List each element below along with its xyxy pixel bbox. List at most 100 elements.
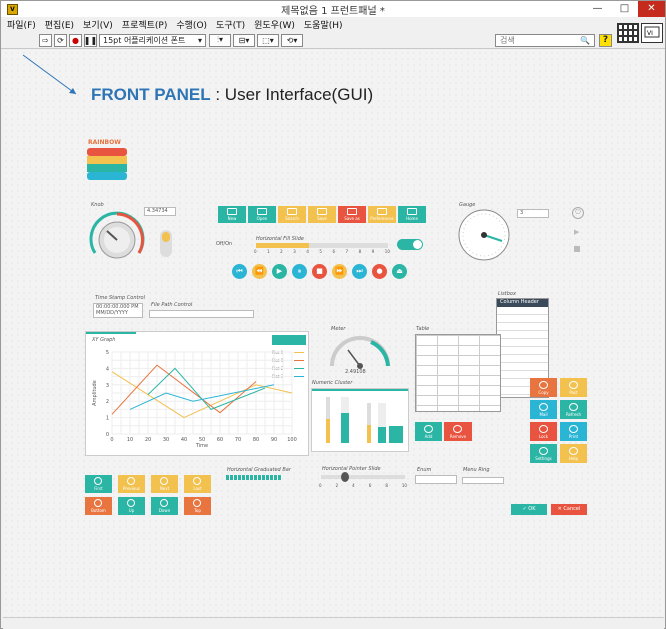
- connector-pane-icon[interactable]: [617, 23, 639, 43]
- knob-value-field[interactable]: 4.34734: [144, 207, 176, 216]
- toolbar-button-2[interactable]: Search: [278, 206, 306, 223]
- gauge-value-field[interactable]: 3: [517, 209, 549, 218]
- app-window: V 제목없음 1 프런트패널 * — □ ✕ 파일(F) 편집(E) 보기(V) 프로…: [0, 0, 666, 629]
- filepath-control[interactable]: [149, 310, 254, 318]
- toolbar-button-4[interactable]: Save as: [338, 206, 366, 223]
- pause-icon[interactable]: ❚❚: [84, 33, 97, 47]
- horizontal-scrollbar[interactable]: [3, 617, 664, 629]
- menu-item[interactable]: 도움말(H): [304, 18, 343, 31]
- toolbar-button-3[interactable]: Save: [308, 206, 336, 223]
- vertical-slide-1[interactable]: [326, 397, 330, 443]
- menu-item[interactable]: 윈도우(W): [254, 18, 295, 31]
- toolbar-button-6[interactable]: Home: [398, 206, 426, 223]
- align-objects-icon[interactable]: ⫶▾: [209, 33, 231, 47]
- x-tick-label: 30: [163, 437, 169, 443]
- reorder-icon[interactable]: ⟲▾: [281, 33, 303, 47]
- tick-label: 3: [293, 249, 296, 254]
- fill-slide-scale: 0 1 2 3 4 5 6 7 8 9 10: [254, 249, 390, 254]
- horizontal-pointer-slide[interactable]: [321, 472, 405, 482]
- button-glyph-icon: [539, 447, 548, 455]
- menu-item[interactable]: 보기(V): [83, 18, 113, 31]
- menu-item[interactable]: 파일(F): [7, 18, 36, 31]
- distribute-objects-icon[interactable]: ⊟▾: [233, 33, 255, 47]
- nav-button-7[interactable]: Top: [184, 497, 211, 515]
- run-arrow-icon[interactable]: ⇨: [39, 33, 52, 47]
- resize-objects-icon[interactable]: ⬚▾: [257, 33, 279, 47]
- knob-label: Knob: [91, 202, 104, 208]
- button-label: Top: [194, 508, 201, 513]
- button-label: Save: [317, 216, 327, 221]
- y-tick-label: 5: [106, 350, 109, 356]
- tick-label: 6: [368, 483, 372, 488]
- maximize-button[interactable]: □: [611, 1, 638, 17]
- toolbar-button-0[interactable]: New: [218, 206, 246, 223]
- help-button[interactable]: ?: [599, 34, 612, 47]
- run-continuously-icon[interactable]: ⟳: [54, 33, 67, 47]
- side-button-6[interactable]: Settings: [530, 444, 557, 463]
- toolbar-button-1[interactable]: Open: [248, 206, 276, 223]
- xy-graph-plot: 0 10 20 30 40 50 60 70 80 90 100012345TimeAmplitud…: [92, 350, 297, 449]
- side-button-3[interactable]: Refresh: [560, 400, 587, 419]
- timestamp-label: Time Stamp Control: [95, 295, 145, 301]
- x-tick-label: 80: [253, 437, 259, 443]
- media-button-0[interactable]: ⏮: [232, 264, 247, 279]
- add-button[interactable]: Add: [415, 422, 442, 441]
- media-button-5[interactable]: ⏩: [332, 264, 347, 279]
- timestamp-control[interactable]: 00:00:00.000 PM MM/DD/YYYY: [93, 303, 143, 318]
- tick-label: 0: [319, 483, 322, 488]
- button-glyph-icon: [287, 208, 297, 215]
- nav-button-0[interactable]: First: [85, 475, 112, 493]
- abort-icon[interactable]: ●: [69, 33, 82, 47]
- side-button-1[interactable]: Past: [560, 378, 587, 397]
- media-button-7[interactable]: ●: [372, 264, 387, 279]
- button-label: Last: [193, 486, 202, 491]
- play-icon[interactable]: ▶: [574, 228, 579, 236]
- nav-button-4[interactable]: Bottom: [85, 497, 112, 515]
- numeric-cluster[interactable]: [311, 388, 409, 452]
- vertical-toggle[interactable]: [160, 230, 172, 257]
- vi-icon[interactable]: VI: [641, 23, 663, 43]
- side-button-5[interactable]: Print: [560, 422, 587, 441]
- power-icon[interactable]: ⏻: [572, 207, 584, 219]
- menu-item[interactable]: 도구(T): [216, 18, 245, 31]
- side-button-4[interactable]: Lock: [530, 422, 557, 441]
- button-label: Bottom: [91, 508, 106, 513]
- media-button-8[interactable]: ⏏: [392, 264, 407, 279]
- nav-button-6[interactable]: Down: [151, 497, 178, 515]
- horizontal-fill-slide[interactable]: [256, 243, 388, 248]
- page-heading: FRONT PANEL : User Interface(GUI): [91, 85, 373, 105]
- table-control[interactable]: [415, 334, 501, 412]
- menu-item[interactable]: 편집(E): [45, 18, 74, 31]
- nav-button-2[interactable]: Next: [151, 475, 178, 493]
- nav-button-1[interactable]: Previous: [118, 475, 145, 493]
- side-button-7[interactable]: Help: [560, 444, 587, 463]
- media-button-1[interactable]: ⏪: [252, 264, 267, 279]
- stop-icon[interactable]: [574, 246, 580, 252]
- remove-button[interactable]: Remove: [444, 422, 472, 441]
- nav-button-5[interactable]: Up: [118, 497, 145, 515]
- cancel-button[interactable]: ✕ Cancel: [551, 504, 587, 515]
- enum-control[interactable]: [415, 475, 457, 484]
- side-button-0[interactable]: Copy: [530, 378, 557, 397]
- button-glyph-icon: [317, 208, 327, 215]
- media-button-2[interactable]: ▶: [272, 264, 287, 279]
- media-button-6[interactable]: ⏭: [352, 264, 367, 279]
- font-selector[interactable]: 15pt 어플리케이션 폰트 ▾: [99, 33, 206, 47]
- vertical-slide-2[interactable]: [367, 403, 371, 443]
- ok-button[interactable]: ✓ OK: [511, 504, 547, 515]
- search-input[interactable]: 검색 🔍: [495, 34, 595, 47]
- knob-control[interactable]: [87, 209, 147, 265]
- menu-item[interactable]: 프로젝트(P): [122, 18, 168, 31]
- media-button-4[interactable]: ■: [312, 264, 327, 279]
- off-on-switch[interactable]: [397, 239, 423, 250]
- minimize-button[interactable]: —: [584, 1, 611, 17]
- nav-button-3[interactable]: Last: [184, 475, 211, 493]
- menu-item[interactable]: 수행(O): [176, 18, 207, 31]
- toolbar-button-5[interactable]: Preferences: [368, 206, 396, 223]
- side-button-2[interactable]: Mail: [530, 400, 557, 419]
- menu-ring-control[interactable]: [462, 477, 504, 484]
- media-button-3[interactable]: ⏸: [292, 264, 307, 279]
- x-tick-label: 10: [127, 437, 133, 443]
- close-button[interactable]: ✕: [638, 1, 665, 17]
- button-label: Previous: [123, 486, 140, 491]
